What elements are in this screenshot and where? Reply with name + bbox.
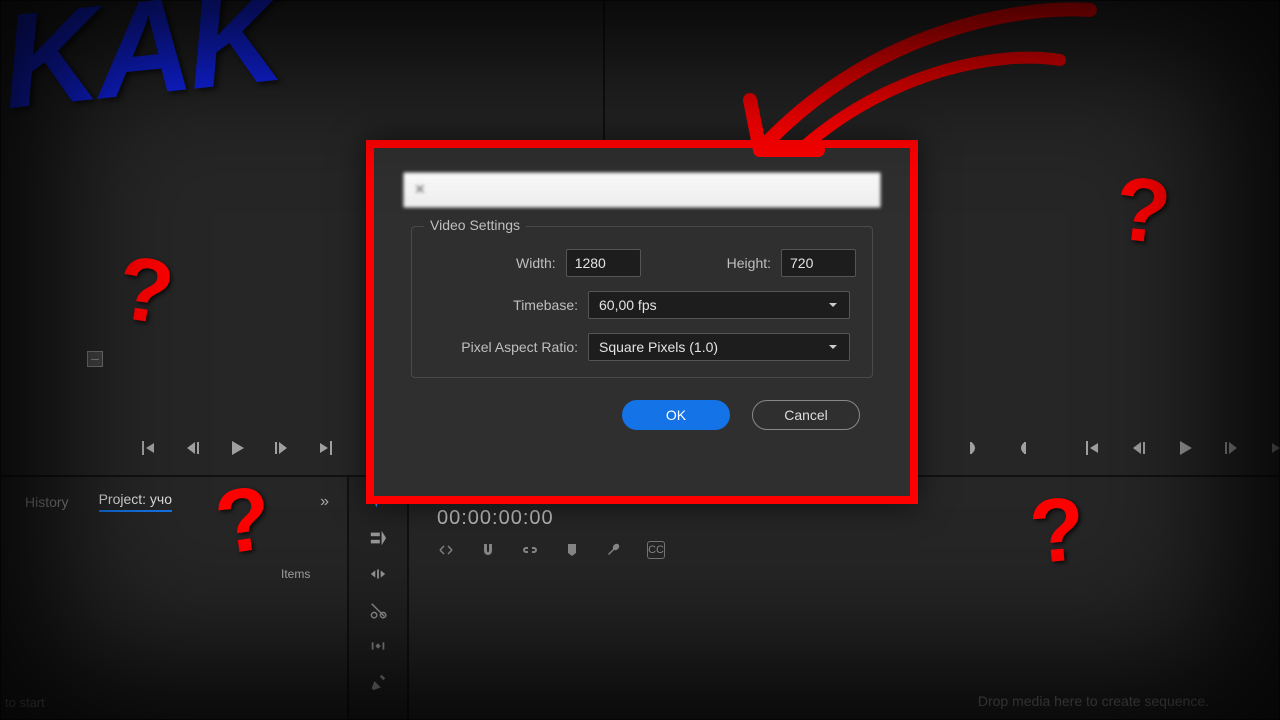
goto-in-icon[interactable] <box>1083 437 1103 459</box>
timebase-select[interactable]: 60,00 fps <box>588 291 850 319</box>
par-select[interactable]: Square Pixels (1.0) <box>588 333 850 361</box>
timebase-label: Timebase: <box>428 297 578 313</box>
tab-history[interactable]: History <box>25 494 69 510</box>
video-settings-fieldset: Video Settings Width: 1280 Height: 720 T… <box>411 226 873 378</box>
goto-out-icon[interactable] <box>1267 437 1280 459</box>
tab-project[interactable]: Project: учо <box>99 491 172 512</box>
linked-selection-icon[interactable] <box>521 541 539 559</box>
timeline-drop-hint: Drop media here to create sequence. <box>978 693 1209 709</box>
captions-icon[interactable]: CC <box>647 541 665 559</box>
workspace: History Project: учо » Items to start 00… <box>0 0 1280 720</box>
marker-icon[interactable] <box>563 541 581 559</box>
chevron-down-icon <box>827 299 839 311</box>
mark-in-icon[interactable] <box>965 437 985 459</box>
project-tabs: History Project: учо <box>25 491 172 512</box>
step-fwd-icon[interactable] <box>1221 437 1241 459</box>
chevron-down-icon <box>827 341 839 353</box>
panel-menu-icon[interactable]: » <box>320 493 329 511</box>
tools-panel <box>348 476 408 720</box>
magnet-icon[interactable] <box>479 541 497 559</box>
cancel-button[interactable]: Cancel <box>752 400 860 430</box>
step-back-icon[interactable] <box>182 437 204 459</box>
mark-in-icon[interactable] <box>138 437 160 459</box>
import-hint: to start <box>5 695 45 710</box>
timeline-toolbar: CC <box>437 541 665 559</box>
step-fwd-icon[interactable] <box>270 437 292 459</box>
mark-out-icon[interactable] <box>1011 437 1031 459</box>
razor-tool-icon[interactable] <box>367 599 389 621</box>
video-settings-dialog: ✕ Video Settings Width: 1280 Height: 720… <box>366 140 918 504</box>
track-select-icon[interactable] <box>367 527 389 549</box>
width-input[interactable]: 1280 <box>566 249 641 277</box>
wrench-icon[interactable] <box>605 541 623 559</box>
pen-tool-icon[interactable] <box>367 671 389 693</box>
ripple-edit-icon[interactable] <box>367 563 389 585</box>
fieldset-legend: Video Settings <box>424 217 526 233</box>
height-label: Height: <box>681 255 771 271</box>
height-input[interactable]: 720 <box>781 249 856 277</box>
mark-out-icon[interactable] <box>314 437 336 459</box>
play-icon[interactable] <box>1175 437 1195 459</box>
snap-sequence-icon[interactable] <box>437 541 455 559</box>
step-back-icon[interactable] <box>1129 437 1149 459</box>
par-value: Square Pixels (1.0) <box>599 339 718 355</box>
items-label: Items <box>281 567 310 581</box>
play-icon[interactable] <box>226 437 248 459</box>
project-pane: History Project: учо » Items to start <box>0 476 348 720</box>
slip-tool-icon[interactable] <box>367 635 389 657</box>
overlay-arrow-icon <box>690 0 1110 190</box>
timecode[interactable]: 00:00:00:00 <box>437 507 554 530</box>
ok-button[interactable]: OK <box>622 400 730 430</box>
overlay-question-4: ? <box>1026 478 1090 585</box>
width-label: Width: <box>428 255 556 271</box>
par-label: Pixel Aspect Ratio: <box>428 339 578 355</box>
safe-margins-icon[interactable] <box>87 351 103 367</box>
timeline-pane: 00:00:00:00 CC Drop media here to create… <box>408 476 1280 720</box>
timebase-value: 60,00 fps <box>599 297 657 313</box>
overlay-question-3: ? <box>1110 157 1175 265</box>
